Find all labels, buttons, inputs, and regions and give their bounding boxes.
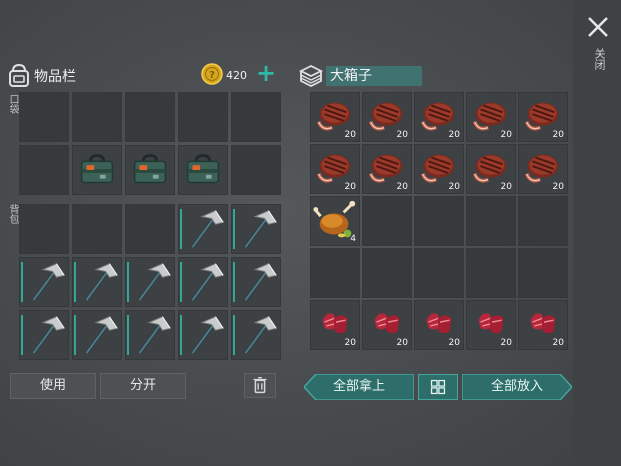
pocket-slot[interactable]: [72, 145, 122, 195]
backpack-slot[interactable]: [72, 257, 122, 307]
item-count: 20: [396, 338, 408, 348]
item-count: 20: [396, 130, 408, 140]
pocket-slot[interactable]: [231, 92, 281, 142]
chest-slot[interactable]: [362, 196, 412, 246]
item-count: 20: [500, 182, 512, 192]
chest-slot[interactable]: 20: [310, 300, 360, 350]
backpack-label: 背包: [7, 204, 18, 224]
sort-button[interactable]: [418, 374, 458, 400]
chest-slot[interactable]: 20: [362, 300, 412, 350]
item-count: 20: [500, 130, 512, 140]
take-all-button[interactable]: 全部拿上: [304, 374, 414, 400]
pocket-label: 口袋: [7, 94, 18, 114]
pocket-slot[interactable]: [178, 92, 228, 142]
pocket-slot[interactable]: [178, 145, 228, 195]
coin-icon: ?: [201, 63, 223, 85]
chest-slot[interactable]: [518, 196, 568, 246]
chest-slot[interactable]: 20: [518, 144, 568, 194]
backpack-slot[interactable]: [125, 204, 175, 254]
item-count: 20: [500, 338, 512, 348]
backpack-slot[interactable]: [178, 310, 228, 360]
chest-slot[interactable]: 20: [310, 92, 360, 142]
chest-slot[interactable]: [466, 248, 516, 298]
chest-slot[interactable]: [414, 248, 464, 298]
backpack-slot[interactable]: [231, 204, 281, 254]
pocket-slot[interactable]: [125, 145, 175, 195]
backpack-slot[interactable]: [125, 257, 175, 307]
backpack-slot[interactable]: [178, 204, 228, 254]
chest-slot[interactable]: 20: [414, 144, 464, 194]
chest-slot[interactable]: 4: [310, 196, 360, 246]
item-count: 20: [396, 182, 408, 192]
chest-slot[interactable]: 20: [518, 92, 568, 142]
chest-slot[interactable]: [466, 196, 516, 246]
backpack-slot[interactable]: [72, 204, 122, 254]
chest-header: 大箱子: [298, 62, 428, 88]
pocket-slot[interactable]: [19, 92, 69, 142]
chest-icon: [298, 64, 324, 88]
delete-button[interactable]: [244, 373, 276, 398]
use-button[interactable]: 使用: [10, 373, 96, 399]
backpack-slot[interactable]: [72, 310, 122, 360]
close-icon[interactable]: [585, 14, 611, 40]
backpack-slot[interactable]: [19, 310, 69, 360]
backpack-slot[interactable]: [231, 310, 281, 360]
chest-slot[interactable]: [414, 196, 464, 246]
backpack-icon: [9, 63, 29, 87]
item-count: 20: [344, 130, 356, 140]
chest-slot[interactable]: 20: [518, 300, 568, 350]
close-label[interactable]: 关闭: [590, 48, 606, 70]
chest-slot[interactable]: [362, 248, 412, 298]
item-count: 20: [552, 182, 564, 192]
chest-slot[interactable]: 20: [466, 300, 516, 350]
chest-slot[interactable]: 20: [414, 92, 464, 142]
item-count: 20: [448, 182, 460, 192]
chest-slot[interactable]: 20: [310, 144, 360, 194]
pocket-slot[interactable]: [125, 92, 175, 142]
pocket-slot[interactable]: [72, 92, 122, 142]
pocket-slot[interactable]: [231, 145, 281, 195]
sort-grid-icon: [430, 379, 446, 395]
pocket-grid: [19, 92, 282, 196]
put-all-label: 全部放入: [490, 379, 543, 394]
inventory-header: 物品栏 ? 420 +: [6, 60, 278, 90]
backpack-slot[interactable]: [178, 257, 228, 307]
chest-slot[interactable]: 20: [466, 144, 516, 194]
backpack-slot[interactable]: [19, 257, 69, 307]
backpack-slot[interactable]: [231, 257, 281, 307]
put-all-button[interactable]: 全部放入: [462, 374, 572, 400]
chest-slot[interactable]: 20: [414, 300, 464, 350]
item-count: 20: [552, 338, 564, 348]
item-count: 4: [350, 234, 356, 244]
chest-title: 大箱子: [326, 66, 422, 86]
item-count: 20: [344, 182, 356, 192]
item-count: 20: [552, 130, 564, 140]
add-coins-button[interactable]: +: [256, 61, 276, 85]
item-count: 20: [448, 338, 460, 348]
chest-grid: 20 20 20 20 20 20 20 20 20 20 4 20 20 20 20 20: [310, 92, 568, 350]
svg-text:?: ?: [209, 70, 215, 81]
coin-count: 420: [226, 69, 247, 82]
inventory-title: 物品栏: [34, 69, 76, 85]
pocket-slot[interactable]: [19, 145, 69, 195]
backpack-slot[interactable]: [125, 310, 175, 360]
item-count: 20: [344, 338, 356, 348]
chest-slot[interactable]: [310, 248, 360, 298]
take-all-label: 全部拿上: [332, 379, 385, 394]
chest-slot[interactable]: 20: [466, 92, 516, 142]
item-count: 20: [448, 130, 460, 140]
chest-slot[interactable]: 20: [362, 144, 412, 194]
backpack-slot[interactable]: [19, 204, 69, 254]
chest-slot[interactable]: [518, 248, 568, 298]
chest-slot[interactable]: 20: [362, 92, 412, 142]
split-button[interactable]: 分开: [100, 373, 186, 399]
trash-icon: [253, 376, 267, 394]
backpack-grid: [19, 204, 282, 361]
